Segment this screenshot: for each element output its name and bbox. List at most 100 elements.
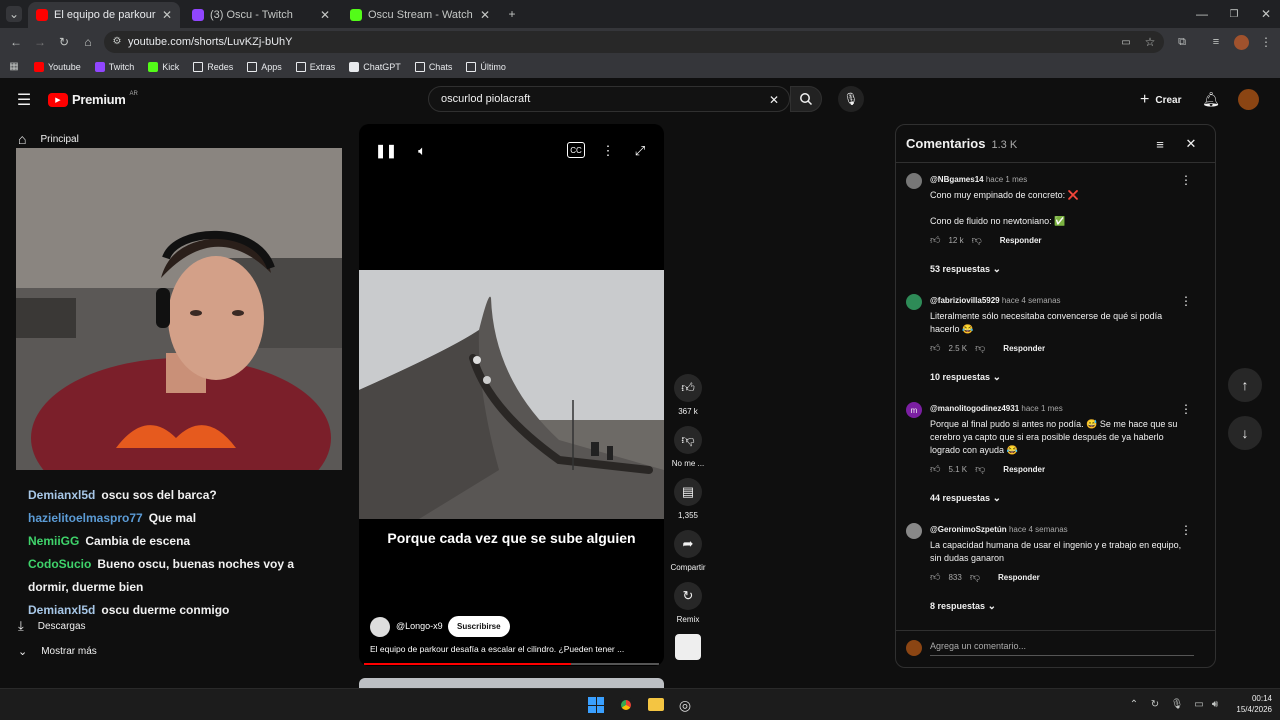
close-window-icon[interactable]: ✕ [1258,6,1274,22]
commenter-avatar[interactable] [906,523,922,539]
tab-3[interactable]: Oscu Stream - Watch Live on K ✕ [342,2,498,28]
commenter-avatar[interactable] [906,294,922,310]
commenter-name[interactable]: @fabriziovilla5929 [930,296,1000,305]
start-button[interactable] [588,697,604,713]
fullscreen-icon[interactable]: ⤢ [631,142,649,160]
bookmark-chatgpt[interactable]: ChatGPT [349,62,401,72]
like-icon[interactable]: 👍︎ [930,571,940,583]
bookmark-apps[interactable]: Apps [247,62,282,72]
restore-icon[interactable]: ❐ [1226,6,1242,22]
minimize-icon[interactable]: — [1194,6,1210,22]
bookmark-redes[interactable]: Redes [193,62,233,72]
reply-button[interactable]: Responder [1003,344,1045,353]
volume-tray-icon[interactable]: 🔊︎ [1208,697,1222,711]
like-button[interactable]: 👍︎ 367 k [668,374,708,416]
commenter-avatar[interactable] [906,173,922,189]
pause-icon[interactable]: ❚❚ [375,142,397,160]
progress-track[interactable] [364,663,659,665]
voice-search-button[interactable]: 🎙 [838,86,864,112]
sidebar-item-show-more[interactable]: ⌄ Mostrar más [18,645,97,658]
like-icon[interactable]: 👍︎ [930,342,940,354]
create-button[interactable]: + Crear [1140,91,1181,109]
view-replies-button[interactable]: 44 respuestas ⌄ [930,493,1001,504]
new-tab-button[interactable]: + [504,6,520,22]
more-options-icon[interactable]: ⋮ [599,142,617,160]
search-button[interactable] [790,86,822,112]
search-input[interactable]: oscurlod piolacraft [428,86,790,112]
comment-menu-icon[interactable]: ⋮ [1180,523,1192,537]
channel-name[interactable]: @Longo-x9 [396,621,443,631]
clock[interactable]: 00:14 15/4/2026 [1228,693,1272,715]
commenter-name[interactable]: @GeronimoSzpetún [930,525,1007,534]
show-hidden-icons[interactable]: ⌃ [1128,697,1140,711]
dislike-icon[interactable]: 👎︎ [975,463,985,475]
reply-button[interactable]: Responder [1003,465,1045,474]
browser-menu-icon[interactable]: ⋮ [1258,34,1274,50]
next-short-button[interactable]: ↓ [1228,416,1262,450]
clear-search-icon[interactable]: ✕ [766,92,782,108]
apps-grid-icon[interactable]: ▦ [8,60,20,72]
dislike-button[interactable]: 👎︎ No me ... [668,426,708,468]
home-icon[interactable]: ⌂ [80,34,96,50]
view-replies-button[interactable]: 10 respuestas ⌄ [930,372,1001,383]
view-replies-button[interactable]: 8 respuestas ⌄ [930,601,996,612]
video-title[interactable]: El equipo de parkour desafía a escalar e… [370,644,655,654]
search-value[interactable]: oscurlod piolacraft [441,93,530,105]
share-button[interactable]: ➦ Compartir [668,530,708,572]
subscribe-button[interactable]: Suscribirse [448,616,510,637]
next-short-preview[interactable] [359,678,664,688]
bookmark-chats[interactable]: Chats [414,62,452,72]
file-explorer-icon[interactable] [648,698,664,711]
sync-icon[interactable]: ↻ [1148,697,1162,711]
remix-button[interactable]: ↻ Remix [668,582,708,624]
bookmark-extras[interactable]: Extras [295,62,335,72]
bookmark-último[interactable]: Último [466,62,506,72]
comment-menu-icon[interactable]: ⋮ [1180,294,1192,308]
commenter-name[interactable]: @NBgames14 [930,175,984,184]
reply-button[interactable]: Responder [998,573,1040,582]
site-info-icon[interactable]: ⚙ [110,34,124,48]
sort-icon[interactable]: ≡ [1151,135,1169,153]
tab-search-icon[interactable]: ⌄ [6,6,22,22]
account-avatar[interactable] [1238,89,1259,110]
bookmark-twitch[interactable]: Twitch [94,62,134,72]
commenter-name[interactable]: @manolitogodinez4931 [930,404,1019,413]
previous-short-button[interactable]: ↑ [1228,368,1262,402]
dislike-icon[interactable]: 👎︎ [970,571,980,583]
captions-icon[interactable]: CC [567,142,585,158]
dislike-icon[interactable]: 👎︎ [975,342,985,354]
volume-icon[interactable]: 🔈︎ [413,142,431,160]
mic-tray-icon[interactable]: 🎙 [1170,697,1184,711]
chrome-taskbar-icon[interactable] [618,697,634,713]
tab-close-icon[interactable]: ✕ [480,8,490,22]
reload-icon[interactable]: ↻ [56,34,72,50]
tab-2[interactable]: (3) Oscu - Twitch ✕ [184,2,338,28]
profile-avatar[interactable] [1234,35,1249,50]
comment-menu-icon[interactable]: ⋮ [1180,173,1192,187]
sidebar-item-home[interactable]: ⌂ Principal [18,131,79,147]
bookmark-star-icon[interactable]: ☆ [1142,34,1158,50]
comment-menu-icon[interactable]: ⋮ [1180,402,1192,416]
commenter-avatar[interactable]: m [906,402,922,418]
media-controls-icon[interactable]: ≡ [1208,34,1224,50]
address-bar[interactable]: youtube.com/shorts/LuvKZj-bUhY [104,31,1164,53]
like-icon[interactable]: 👍︎ [930,463,940,475]
bookmark-youtube[interactable]: Youtube [34,62,81,72]
hamburger-menu-icon[interactable]: ☰ [14,90,34,110]
tab-close-icon[interactable]: ✕ [162,8,172,22]
youtube-logo[interactable]: ▶ Premium AR [48,91,138,107]
extensions-icon[interactable]: ⧉ [1174,34,1190,50]
add-comment-input[interactable]: Agrega un comentario... [930,641,1194,656]
view-replies-button[interactable]: 53 respuestas ⌄ [930,264,1001,275]
like-icon[interactable]: 👍︎ [930,234,940,246]
network-icon[interactable]: ▭ [1192,697,1206,711]
url-text[interactable]: youtube.com/shorts/LuvKZj-bUhY [128,36,292,48]
dislike-icon[interactable]: 👎︎ [972,234,982,246]
install-app-icon[interactable]: ▭ [1118,34,1134,50]
back-icon[interactable]: ← [8,34,24,50]
notifications-bell-icon[interactable]: 🔔︎ [1202,90,1220,108]
tab-close-icon[interactable]: ✕ [320,8,330,22]
audio-thumbnail[interactable] [675,634,701,660]
obs-icon[interactable]: ◎ [676,696,694,714]
tab-1[interactable]: El equipo de parkour desafí ✕ [28,2,180,28]
